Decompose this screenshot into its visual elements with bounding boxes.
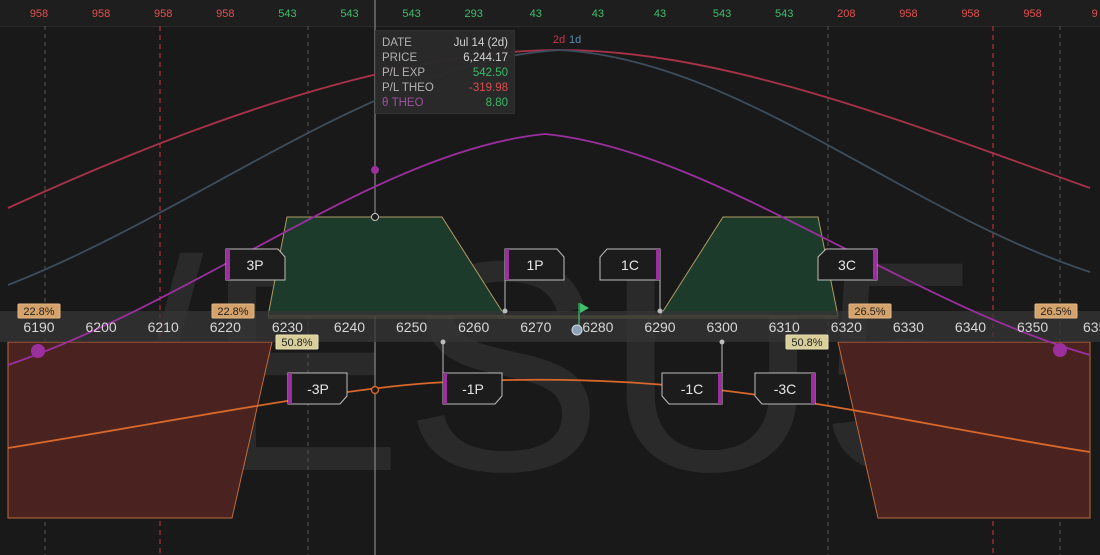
- probability-badge-bottom-mid-left: 50.8%: [275, 334, 319, 350]
- tooltip-theta-value: 8.80: [485, 97, 508, 109]
- price-tick-label: 6240: [334, 319, 365, 335]
- price-tick-label: 6310: [769, 319, 800, 335]
- theta-dot-right[interactable]: [1053, 343, 1067, 357]
- legend-item-1d[interactable]: 1d: [569, 34, 581, 46]
- svg-text:3P: 3P: [246, 257, 263, 273]
- strike-label-neg3c[interactable]: -3C: [754, 372, 816, 405]
- legend-item-2d[interactable]: 2d: [553, 34, 565, 46]
- position-count-label: 958: [92, 8, 110, 20]
- price-tick-label: 6320: [831, 319, 862, 335]
- position-count-label: 43: [654, 8, 666, 20]
- price-tick-label: 6280: [582, 319, 613, 335]
- price-tick-label: 635: [1083, 319, 1100, 335]
- price-tick-label: 6190: [23, 319, 54, 335]
- price-tick-label: 6220: [210, 319, 241, 335]
- price-tick-label: 6230: [272, 319, 303, 335]
- price-tick-label: 6350: [1017, 319, 1048, 335]
- cursor-marker-pl: [371, 213, 379, 221]
- tooltip-price-label: PRICE: [382, 52, 418, 64]
- price-tick-label: 6250: [396, 319, 427, 335]
- probability-badge-top-right: 26.5%: [1034, 303, 1078, 319]
- theta-dot-left[interactable]: [31, 344, 45, 358]
- position-count-label: 543: [775, 8, 793, 20]
- profile-canvas[interactable]: /ESU5 958 958 958 958 543 543 543 293 43 43 43 543 5…: [0, 0, 1100, 555]
- theo-curve-2d: [7, 49, 1091, 209]
- probability-badge-top-mid-left: 22.8%: [211, 303, 255, 319]
- tooltip-row-pltheo: P/L THEO -319.98: [382, 80, 508, 96]
- tooltip-price-value: 6,244.17: [463, 52, 508, 64]
- tooltip-row-theta: θ THEO 8.80: [382, 95, 508, 111]
- price-tick-label: 6300: [707, 319, 738, 335]
- risk-profile-chart[interactable]: /ESU5 958 958 958 958 543 543 543 293 43 43 43 543 5…: [0, 0, 1100, 555]
- top-counts: 958 958 958 958 543 543 543 293 43 43 43 543 543 208 9…: [30, 8, 1098, 20]
- strike-label-1p[interactable]: 1P: [504, 248, 565, 281]
- svg-text:-1C: -1C: [681, 381, 704, 397]
- position-count-label: 543: [713, 8, 731, 20]
- position-count-label: 958: [154, 8, 172, 20]
- svg-text:50.8%: 50.8%: [281, 337, 312, 349]
- position-count-label: 958: [216, 8, 234, 20]
- tooltip-date-label: DATE: [382, 37, 412, 49]
- svg-text:1P: 1P: [526, 257, 543, 273]
- strike-label-3c[interactable]: 3C: [817, 248, 878, 281]
- cursor-marker-delta: [370, 385, 380, 395]
- svg-text:-1P: -1P: [462, 381, 484, 397]
- price-tick-label: 6330: [893, 319, 924, 335]
- svg-text:-3C: -3C: [774, 381, 797, 397]
- tooltip-row-price: PRICE 6,244.17: [382, 50, 508, 66]
- price-tick-label: 6260: [458, 319, 489, 335]
- price-tick-label: 6290: [644, 319, 675, 335]
- svg-text:1C: 1C: [621, 257, 639, 273]
- svg-text:3C: 3C: [838, 257, 856, 273]
- position-count-label: 543: [340, 8, 358, 20]
- position-count-label: 208: [837, 8, 855, 20]
- tooltip-pltheo-label: P/L THEO: [382, 82, 434, 94]
- strike-label-neg3p[interactable]: -3P: [287, 372, 348, 405]
- tooltip-plexp-value: 542.50: [472, 67, 508, 79]
- svg-text:-3P: -3P: [307, 381, 329, 397]
- price-tick-label: 6270: [520, 319, 551, 335]
- tooltip-theta-label: θ THEO: [382, 97, 424, 109]
- price-tick-label: 6340: [955, 319, 986, 335]
- price-tick-label: 6200: [86, 319, 117, 335]
- position-count-label: 43: [592, 8, 604, 20]
- strike-label-neg1p[interactable]: -1P: [442, 372, 503, 405]
- position-count-label: 958: [961, 8, 979, 20]
- svg-text:26.5%: 26.5%: [1040, 306, 1071, 318]
- cursor-marker-theta: [371, 166, 379, 174]
- position-count-label: 543: [278, 8, 296, 20]
- position-count-label: 293: [465, 8, 483, 20]
- svg-text:22.8%: 22.8%: [23, 306, 54, 318]
- tooltip-date-value: Jul 14 (2d): [453, 37, 508, 49]
- cursor-tooltip: DATE Jul 14 (2d) PRICE 6,244.17 P/L EXP …: [375, 30, 515, 114]
- svg-text:50.8%: 50.8%: [791, 337, 822, 349]
- position-count-label: 958: [899, 8, 917, 20]
- svg-text:22.8%: 22.8%: [217, 306, 248, 318]
- position-count-label: 958: [30, 8, 48, 20]
- position-count-label: 543: [402, 8, 420, 20]
- position-count-label: 9: [1092, 8, 1098, 20]
- strike-label-3p[interactable]: 3P: [225, 248, 286, 281]
- tooltip-pltheo-value: -319.98: [468, 82, 508, 94]
- loss-region-left: [7, 341, 273, 519]
- svg-text:26.5%: 26.5%: [854, 306, 885, 318]
- strike-label-neg1c[interactable]: -1C: [661, 372, 723, 405]
- current-price-marker[interactable]: [571, 324, 583, 336]
- probability-badge-top-mid-right: 26.5%: [848, 303, 892, 319]
- probability-badge-top-left: 22.8%: [17, 303, 61, 319]
- tooltip-row-plexp: P/L EXP 542.50: [382, 65, 508, 81]
- strike-label-1c[interactable]: 1C: [599, 248, 661, 281]
- price-tick-label: 6210: [148, 319, 179, 335]
- tooltip-plexp-label: P/L EXP: [382, 67, 426, 79]
- tooltip-row-date: DATE Jul 14 (2d): [382, 35, 508, 51]
- position-count-label: 43: [530, 8, 542, 20]
- position-count-label: 958: [1023, 8, 1041, 20]
- probability-badge-bottom-mid-right: 50.8%: [785, 334, 829, 350]
